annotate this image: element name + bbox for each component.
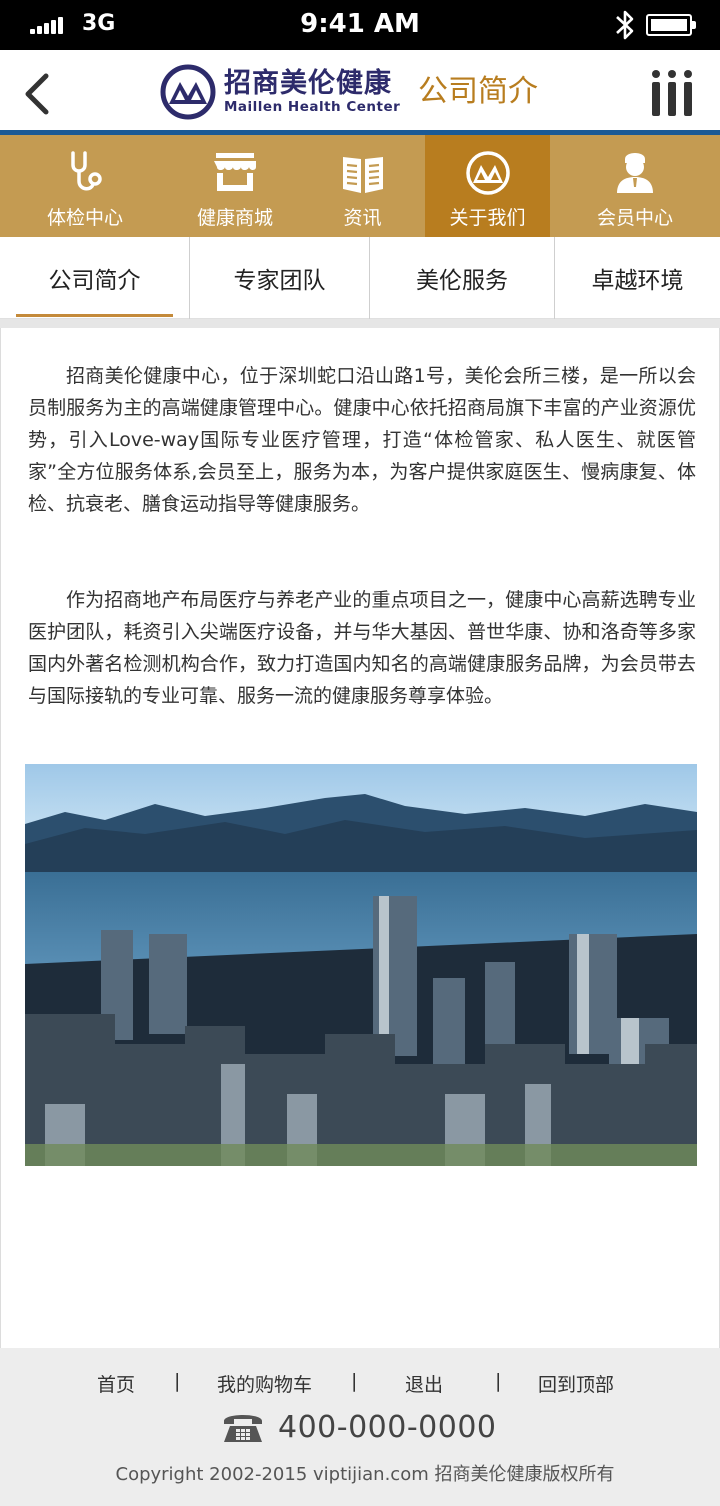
stethoscope-icon	[71, 151, 102, 191]
back-button[interactable]	[18, 70, 58, 118]
phone-number[interactable]: 400-000-0000	[278, 1410, 497, 1445]
copyright: Copyright 2002-2015 viptijian.com 招商美伦健康…	[115, 1464, 615, 1485]
footer-link-cart[interactable]: 我的购物车	[217, 1370, 312, 1397]
nav-item-about[interactable]: 关于我们	[425, 135, 550, 237]
telephone-icon	[224, 1414, 262, 1442]
page-title: 公司简介	[418, 74, 538, 109]
footer-link-back-to-top[interactable]: 回到顶部	[538, 1370, 614, 1397]
tab-environment[interactable]: 卓越环境	[554, 237, 720, 319]
nav-label: 关于我们	[449, 207, 526, 229]
logo-english-name: Maillen Health Center	[224, 99, 401, 115]
sub-tabs: 公司简介 专家团队 美伦服务 卓越环境	[0, 237, 720, 319]
nav-item-news[interactable]: 资讯	[300, 135, 425, 237]
city-skyline-photo	[25, 764, 697, 1166]
nav-label: 健康商城	[196, 207, 273, 229]
footer-link-home[interactable]: 首页	[97, 1370, 135, 1397]
footer-link-logout[interactable]: 退出	[405, 1370, 443, 1397]
nav-label: 会员中心	[596, 207, 673, 229]
battery-icon	[646, 14, 696, 36]
footer-separator: |	[174, 1370, 181, 1392]
footer-separator: |	[351, 1370, 358, 1392]
nav-label: 体检中心	[46, 207, 123, 229]
menu-button[interactable]	[650, 68, 694, 120]
bluetooth-icon	[616, 10, 634, 40]
footer: 首页 | 我的购物车 | 退出 | 回到顶部 400-000-0000 Copy…	[0, 1348, 720, 1506]
logo-chinese-name: 招商美伦健康	[224, 68, 392, 99]
tab-company-profile[interactable]: 公司简介	[0, 237, 189, 319]
main-nav: 体检中心 健康商城 资讯 关于我们 会员中心	[0, 135, 720, 237]
footer-separator: |	[495, 1370, 502, 1392]
app-header: 招商美伦健康 Maillen Health Center 公司简介	[0, 50, 720, 135]
book-icon	[342, 157, 383, 193]
nav-label: 资讯	[343, 207, 382, 229]
company-logo-icon	[160, 64, 216, 120]
nav-item-member[interactable]: 会员中心	[550, 135, 720, 237]
paragraph: 作为招商地产布局医疗与养老产业的重点项目之一，健康中心高薪选聘专业医护团队，耗资…	[28, 589, 696, 707]
tab-services[interactable]: 美伦服务	[369, 237, 554, 319]
shop-icon	[214, 153, 256, 191]
brand-logo[interactable]: 招商美伦健康 Maillen Health Center	[160, 64, 400, 120]
separator	[0, 319, 720, 328]
nav-item-shop[interactable]: 健康商城	[170, 135, 300, 237]
footer-links: 首页 | 我的购物车 | 退出 | 回到顶部	[0, 1370, 720, 1398]
tab-expert-team[interactable]: 专家团队	[189, 237, 369, 319]
company-profile-content: 招商美伦健康中心，位于深圳蛇口沿山路1号，美伦会所三楼，是一所以会员制服务为主的…	[0, 328, 720, 1348]
member-icon	[617, 153, 653, 193]
company-logo-icon	[465, 151, 510, 195]
nav-item-checkup[interactable]: 体检中心	[0, 135, 170, 237]
status-bar: 3G 9:41 AM	[0, 0, 720, 50]
phone-contact[interactable]: 400-000-0000	[222, 1410, 497, 1445]
paragraph: 招商美伦健康中心，位于深圳蛇口沿山路1号，美伦会所三楼，是一所以会员制服务为主的…	[28, 365, 696, 515]
